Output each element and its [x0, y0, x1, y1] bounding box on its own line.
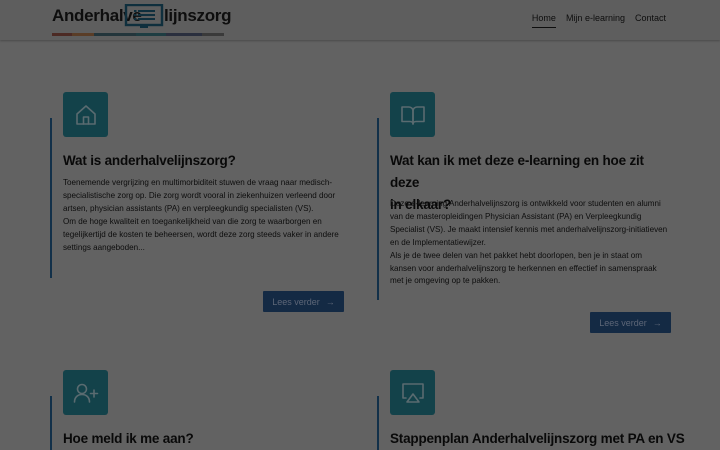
airplay-icon — [401, 382, 424, 403]
arrow-right-icon: → — [652, 317, 662, 328]
logo-bar-segment — [52, 33, 72, 36]
logo-bar-segment — [72, 33, 94, 36]
card-paragraph: Om de hoge kwaliteit en toegankelijkheid… — [63, 216, 339, 252]
user-add-icon — [73, 383, 98, 403]
card-text: Toenemende vergrijzing en multimorbidite… — [63, 177, 343, 254]
logo-color-bar — [52, 33, 224, 36]
arrow-right-icon: → — [325, 296, 335, 307]
card-accent-line — [377, 396, 379, 450]
button-label: Lees verder — [272, 296, 320, 307]
card-title: Hoe meld ik me aan? — [63, 428, 345, 450]
card-wat-is: Wat is anderhalvelijnszorg? Toenemende v… — [50, 92, 345, 314]
card-wat-kan-ik: Wat kan ik met deze e-learning en hoe zi… — [377, 92, 672, 336]
card-paragraph: Als je de twee delen van het pakket hebt… — [390, 250, 657, 286]
card-paragraph: Toenemende vergrijzing en multimorbidite… — [63, 178, 336, 213]
site-header: Anderhalve lijnszorg Home Mijn e-learnin… — [0, 0, 720, 40]
book-icon — [400, 105, 425, 125]
main-nav: Home Mijn e-learning Contact — [531, 13, 666, 28]
nav-mijn-e-learning[interactable]: Mijn e-learning — [566, 13, 625, 28]
card-title-line: Wat kan ik met deze e-learning en hoe zi… — [390, 153, 644, 190]
nav-contact[interactable]: Contact — [635, 13, 666, 28]
lees-verder-button[interactable]: Lees verder → — [263, 291, 344, 312]
card-title: Stappenplan Anderhalvelijnszorg met PA e… — [390, 428, 690, 450]
site-logo[interactable]: Anderhalve lijnszorg — [52, 4, 232, 38]
logo-bar-segment — [136, 33, 166, 36]
lees-verder-button[interactable]: Lees verder → — [590, 312, 671, 333]
home-icon — [75, 104, 96, 125]
logo-bar-segment — [94, 33, 136, 36]
logo-bar-segment — [166, 33, 202, 36]
card-accent-line — [50, 396, 52, 450]
card-hoe-meld-ik: Hoe meld ik me aan? — [50, 370, 345, 450]
card-icon-box — [390, 370, 435, 415]
card-icon-box — [63, 92, 108, 137]
card-accent-line — [50, 118, 52, 278]
card-accent-line — [377, 118, 379, 300]
card-title: Wat is anderhalvelijnszorg? — [63, 150, 345, 172]
card-stappenplan: Stappenplan Anderhalvelijnszorg met PA e… — [377, 370, 690, 450]
card-icon-box — [63, 370, 108, 415]
nav-home[interactable]: Home — [531, 13, 556, 28]
card-paragraph: Deze e-learning Anderhalvelijnszorg is o… — [390, 199, 668, 247]
card-title-line: Hoe meld ik me aan? — [63, 431, 194, 446]
card-text: Deze e-learning Anderhalvelijnszorg is o… — [390, 198, 668, 288]
card-title-line: Wat is anderhalvelijnszorg? — [63, 153, 236, 168]
logo-text-right: lijnszorg — [164, 6, 232, 25]
monitor-icon — [124, 4, 164, 28]
logo-bar-segment — [202, 33, 224, 36]
card-icon-box — [390, 92, 435, 137]
button-label: Lees verder — [599, 317, 647, 328]
card-title-line: Stappenplan Anderhalvelijnszorg met PA e… — [390, 431, 685, 446]
